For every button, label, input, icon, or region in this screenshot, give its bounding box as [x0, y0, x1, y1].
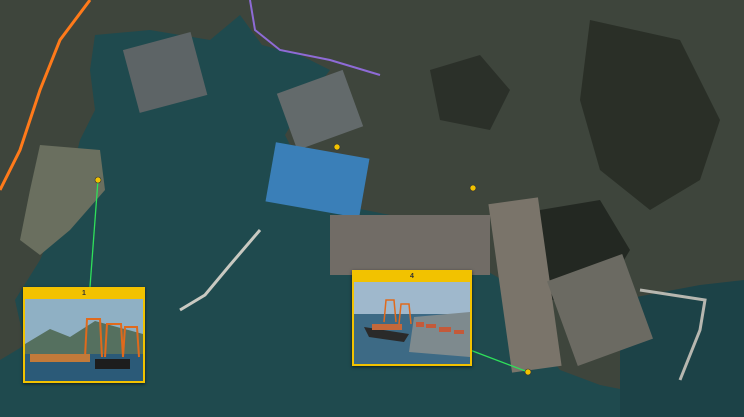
pin-icon[interactable] [333, 143, 341, 151]
pin-icon[interactable] [469, 184, 477, 192]
pin-icon[interactable] [94, 176, 102, 184]
satellite-map[interactable]: 1 4 [0, 0, 744, 417]
callout-photo [354, 282, 470, 364]
callout-1[interactable]: 1 [23, 287, 145, 383]
callout-4[interactable]: 4 [352, 270, 472, 366]
callout-number: 1 [82, 290, 86, 297]
callout-number: 4 [410, 273, 414, 280]
container-terminal [330, 215, 490, 275]
pin-icon[interactable] [524, 368, 532, 376]
callout-photo [25, 299, 143, 381]
